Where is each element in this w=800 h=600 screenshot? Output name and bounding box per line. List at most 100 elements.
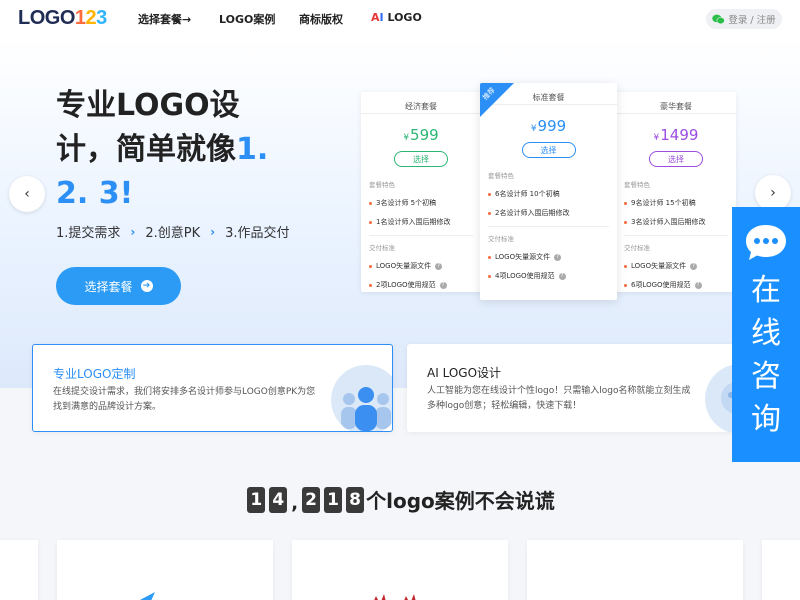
price-value: 1499 — [660, 126, 699, 144]
delivery-text: LOGO矢量源文件 — [495, 253, 551, 261]
step-2: 2.创意PK — [145, 226, 201, 241]
feature-item: 1名设计师入围后期修改 — [369, 217, 481, 227]
case-card[interactable] — [292, 540, 508, 600]
choose-package-button[interactable]: 选择套餐 ➔ — [56, 267, 181, 305]
choose-package-label: 选择套餐 — [84, 279, 133, 294]
currency-symbol: ¥ — [403, 133, 410, 143]
nav-item-packages[interactable]: 选择套餐→ — [138, 11, 191, 27]
login-label: 登录 / 注册 — [728, 15, 776, 26]
case-card[interactable] — [762, 540, 800, 600]
divider — [369, 235, 473, 236]
hero-headline-main: 专业LOGO设计，简单就像 — [56, 88, 240, 167]
select-button[interactable]: 选择 — [521, 142, 576, 158]
login-button[interactable]: 登录 / 注册 — [706, 9, 782, 29]
cases-heading-text: 个logo案例不会说谎 — [366, 489, 555, 513]
nav-item-ai-logo[interactable]: AI LOGO — [371, 11, 422, 24]
feature-text: 9名设计师 15个初稿 — [631, 199, 696, 207]
top-nav: LOGO123 选择套餐→ LOGO案例 商标版权 AI LOGO 登录 / 注… — [0, 0, 800, 38]
delivery-item: LOGO矢量源文件? — [624, 261, 736, 271]
delivery-text: LOGO矢量源文件 — [376, 262, 432, 270]
counter-digit: 1 — [324, 486, 343, 513]
feature-card-desc: 在线提交设计需求，我们将安排多名设计师参与LOGO创意PK为您找到满意的品牌设计… — [53, 387, 316, 412]
bullet-icon — [369, 264, 372, 268]
bullet-icon — [624, 283, 627, 287]
feature-text: 2名设计师入围后期修改 — [495, 209, 570, 217]
nav-item-trademark[interactable]: 商标版权 — [299, 11, 343, 27]
chevron-right-icon: › — [130, 224, 136, 239]
help-icon[interactable]: ? — [439, 281, 447, 289]
chevron-right-icon: › — [770, 185, 776, 201]
step-1: 1.提交需求 — [56, 226, 121, 241]
online-consult-button[interactable]: 在 线 咨 询 — [732, 207, 800, 462]
delivery-item: LOGO矢量源文件? — [369, 261, 481, 271]
carousel-prev-button[interactable]: ‹ — [9, 176, 45, 212]
feature-card-custom-logo[interactable]: 专业LOGO定制 在线提交设计需求，我们将安排多名设计师参与LOGO创意PK为您… — [32, 344, 393, 432]
designers-team-icon — [331, 365, 392, 431]
feature-card-ai-logo[interactable]: AI LOGO设计 人工智能为您在线设计个性logo！只需输入logo名称就能立… — [407, 344, 753, 432]
feature-text: 3名设计师 5个初稿 — [376, 199, 437, 207]
delivery-heading: 交付标准 — [369, 244, 395, 252]
feature-heading: 套餐特色 — [624, 181, 650, 189]
pricing-card-deluxe: 豪华套餐 ¥1499 选择 套餐特色 9名设计师 15个初稿 3名设计师入围后期… — [616, 92, 736, 292]
nav-item-cases[interactable]: LOGO案例 — [219, 11, 275, 27]
delivery-text: 2项LOGO使用规范 — [376, 281, 436, 289]
feature-heading: 套餐特色 — [488, 172, 514, 180]
select-button[interactable]: 选择 — [394, 151, 448, 167]
delivery-item: 6项LOGO使用规范? — [624, 280, 736, 290]
feature-card-desc: 人工智能为您在线设计个性logo！只需输入logo名称就能立刻生成多种logo创… — [427, 386, 691, 411]
bullet-icon — [624, 201, 627, 205]
step-3: 3.作品交付 — [225, 226, 290, 241]
select-button[interactable]: 选择 — [649, 151, 703, 167]
bullet-icon — [369, 201, 372, 205]
feature-item: 3名设计师入围后期修改 — [624, 217, 736, 227]
price-value: 599 — [410, 126, 439, 144]
feature-text: 6名设计师 10个初稿 — [495, 190, 560, 198]
delivery-item: 2项LOGO使用规范? — [369, 280, 481, 290]
bullet-icon — [488, 255, 491, 259]
chat-char: 在 — [751, 273, 781, 308]
pricing-card-standard: 推荐 标准套餐 ¥999 选择 套餐特色 6名设计师 10个初稿 2名设计师入围… — [480, 83, 617, 300]
feature-text: 3名设计师入围后期修改 — [631, 218, 706, 226]
currency-symbol: ¥ — [530, 124, 537, 134]
bullet-icon — [624, 220, 627, 224]
bullet-icon — [624, 264, 627, 268]
logo-digit-1: 1 — [74, 7, 86, 29]
case-logo-image — [374, 594, 416, 600]
help-icon[interactable]: ? — [690, 262, 698, 270]
delivery-heading: 交付标准 — [488, 235, 514, 243]
help-icon[interactable]: ? — [694, 281, 702, 289]
feature-item: 2名设计师入围后期修改 — [488, 208, 617, 218]
chevron-right-icon: › — [210, 224, 216, 239]
ai-mark-i: I — [379, 11, 384, 24]
counter-comma: , — [291, 493, 299, 514]
counter-digit: 2 — [302, 486, 321, 513]
arrow-right-icon: ➔ — [140, 280, 153, 292]
case-card[interactable] — [527, 540, 743, 600]
delivery-heading: 交付标准 — [624, 244, 650, 252]
pricing-price: ¥599 — [361, 126, 481, 144]
currency-symbol: ¥ — [653, 133, 660, 143]
wechat-icon — [712, 14, 726, 24]
site-logo[interactable]: LOGO123 — [18, 7, 107, 30]
counter-digit: 4 — [269, 486, 288, 513]
help-icon[interactable]: ? — [554, 253, 562, 261]
carousel-next-button[interactable]: › — [755, 175, 791, 211]
case-card[interactable] — [0, 540, 38, 600]
pricing-title: 经济套餐 — [361, 92, 481, 114]
case-card[interactable] — [57, 540, 273, 600]
chat-char: 询 — [751, 402, 781, 437]
help-icon[interactable]: ? — [558, 272, 566, 280]
logo-digit-3: 3 — [96, 7, 107, 29]
bullet-icon — [488, 211, 491, 215]
divider — [624, 235, 728, 236]
chevron-left-icon: ‹ — [24, 186, 30, 202]
delivery-text: 4项LOGO使用规范 — [495, 272, 555, 280]
logo-text: LOGO — [18, 7, 75, 29]
delivery-item: 4项LOGO使用规范? — [488, 271, 617, 281]
divider — [488, 226, 609, 227]
help-icon[interactable]: ? — [435, 262, 443, 270]
counter-digit: 1 — [247, 486, 266, 513]
pricing-price: ¥999 — [480, 117, 617, 135]
bullet-icon — [369, 283, 372, 287]
delivery-text: 6项LOGO使用规范 — [631, 281, 691, 289]
